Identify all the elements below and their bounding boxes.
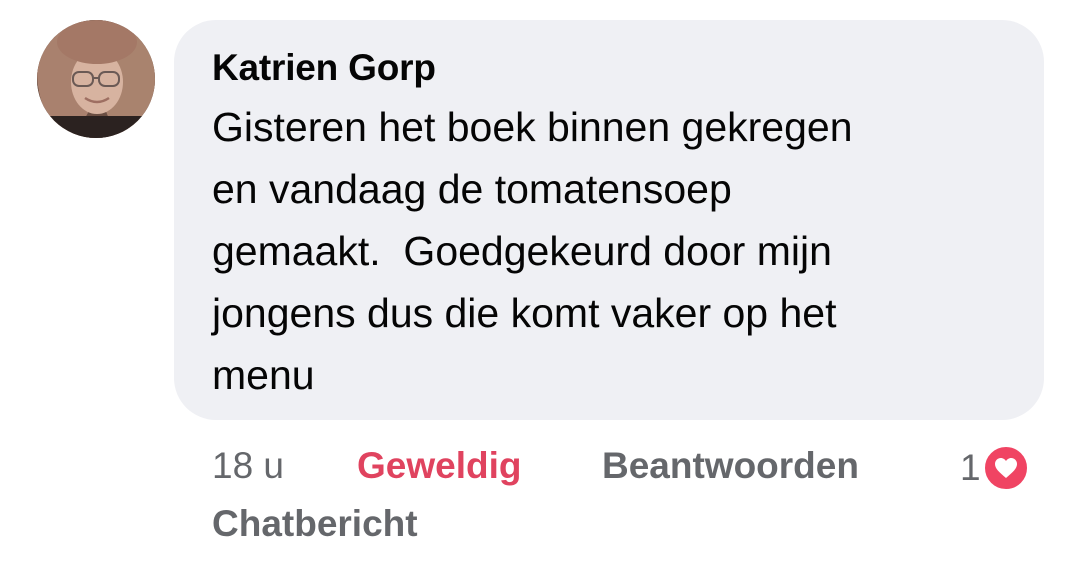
comment-timestamp[interactable]: 18 u [212,444,284,488]
comment-actions: 18 u Geweldig Beantwoorden 1 Chatbericht [212,440,1042,550]
avatar[interactable] [37,20,155,138]
profile-photo [37,20,155,138]
reaction-count: 1 [960,447,981,488]
heart-icon [982,445,1029,491]
comment-author[interactable]: Katrien Gorp [212,46,1014,90]
reply-button[interactable]: Beantwoorden [602,444,859,488]
message-button[interactable]: Chatbericht [212,502,418,546]
reaction-summary[interactable]: 1 [960,444,1029,492]
reaction-button[interactable]: Geweldig [357,444,521,488]
comment-text: Gisteren het boek binnen gekregen en van… [212,104,853,398]
comment-bubble: Katrien Gorp Gisteren het boek binnen ge… [174,20,1044,420]
